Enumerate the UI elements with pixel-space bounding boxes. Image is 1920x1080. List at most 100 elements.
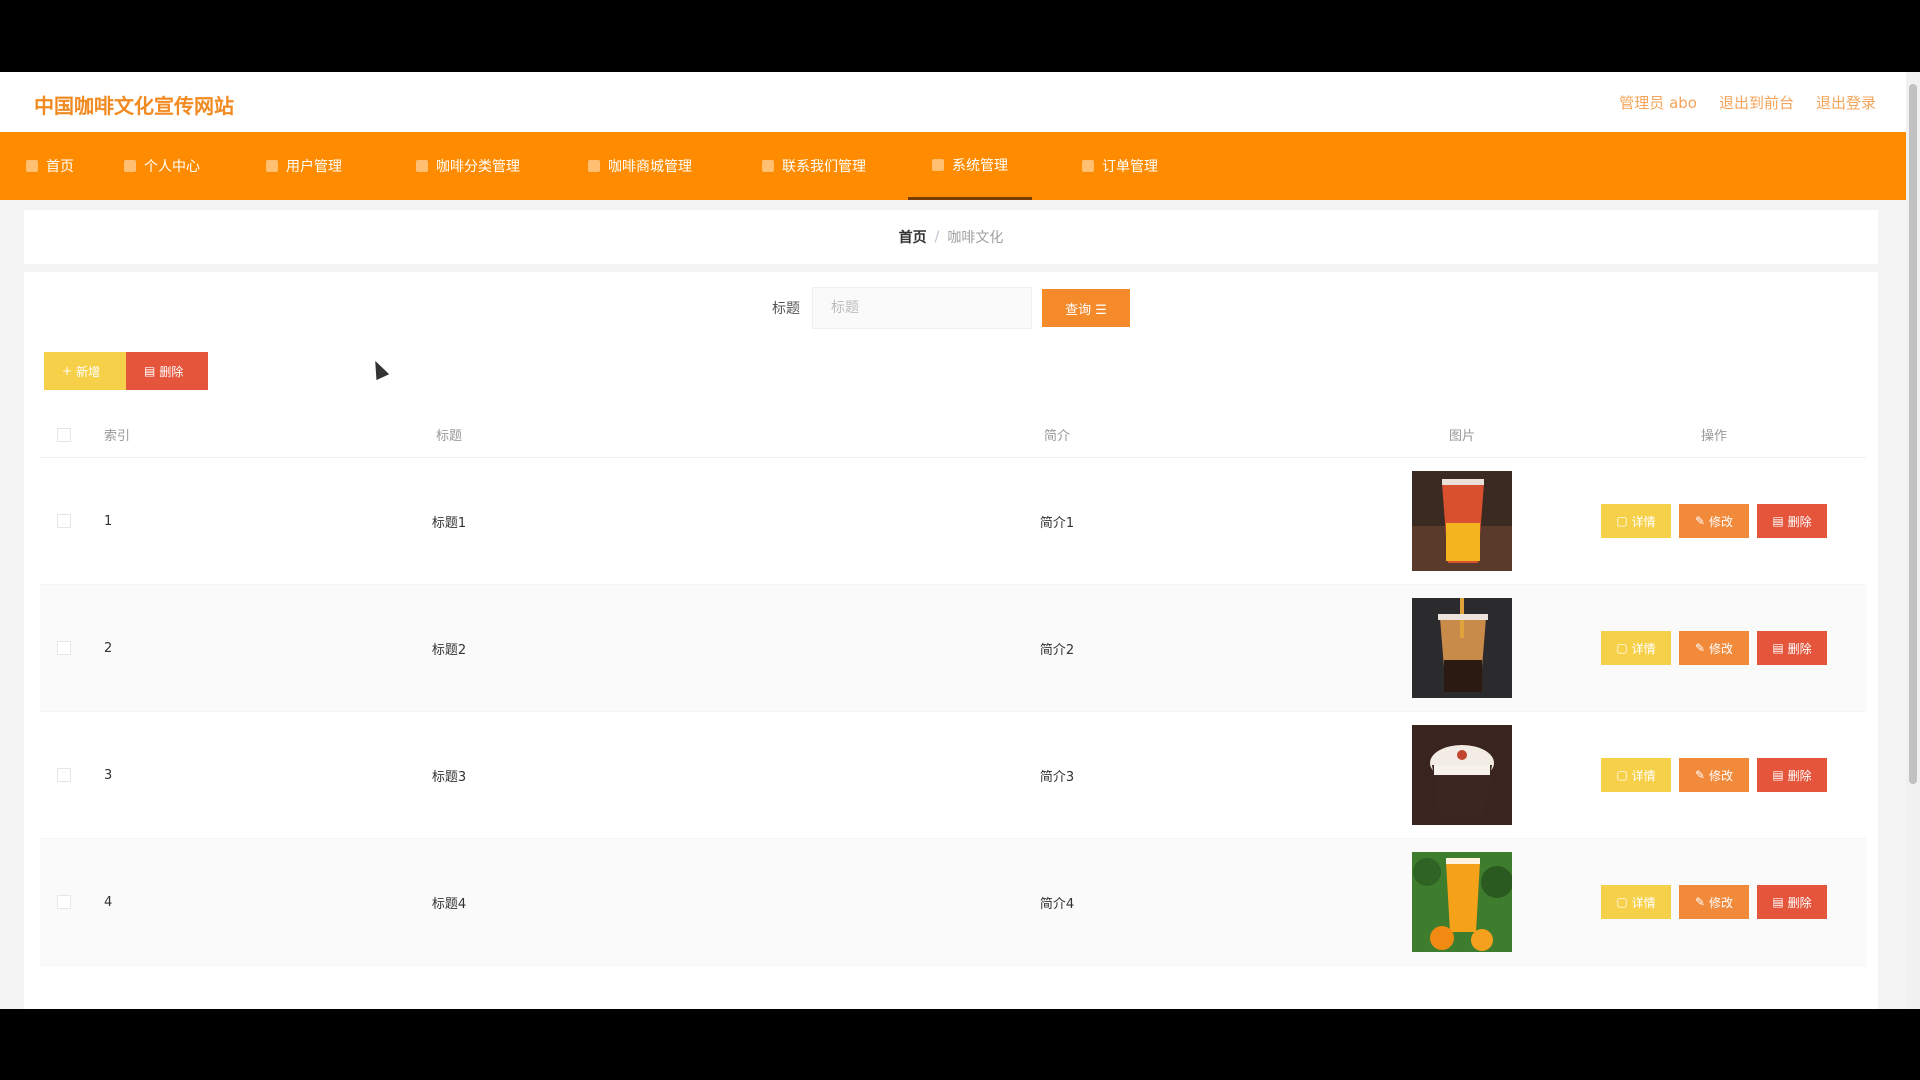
edit-icon: ✎ [1694, 768, 1706, 782]
remove-label: 删除 [1787, 514, 1812, 529]
trash-icon: ▤ [144, 364, 156, 378]
row-actions: ▢ 详情 ✎ 修改 ▤ 删除 [1562, 885, 1866, 919]
row-intro: 简介3 [1039, 769, 1075, 785]
table-row: 4 标题4 简介4 ▢ 详情 ✎ 修改 ▤ 删除 [40, 839, 1866, 966]
row-index: 4 [104, 894, 113, 910]
row-index: 1 [104, 513, 113, 529]
header-image: 图片 [1448, 429, 1475, 444]
delete-button-label: 删除 [159, 364, 184, 379]
action-buttons: + 新增 ▤ 删除 [44, 352, 208, 390]
trash-icon: ▤ [1772, 641, 1784, 655]
nav-item-coffee-shop[interactable]: 咖啡商城管理 [588, 132, 692, 200]
search-icon: ☰ [1095, 302, 1107, 318]
search-input[interactable] [812, 287, 1032, 329]
edit-button[interactable]: ✎ 修改 [1679, 885, 1749, 919]
header-title[interactable]: 标题 [146, 425, 752, 444]
drink-image-red-orange[interactable] [1412, 471, 1512, 571]
nav-item-label: 咖啡商城管理 [608, 159, 692, 175]
row-intro: 简介2 [1039, 642, 1075, 658]
row-checkbox[interactable] [57, 768, 71, 782]
edit-button[interactable]: ✎ 修改 [1679, 758, 1749, 792]
admin-user-link[interactable]: 管理员 abo [1619, 92, 1697, 113]
detail-label: 详情 [1631, 895, 1656, 910]
drink-image-orange[interactable] [1412, 852, 1512, 952]
nav-item-label: 咖啡分类管理 [436, 159, 520, 175]
table-row: 1 标题1 简介1 ▢ 详情 ✎ 修改 ▤ 删除 [40, 458, 1866, 585]
drink-image-boba[interactable] [1412, 598, 1512, 698]
breadcrumb-separator: / [934, 229, 940, 245]
batch-delete-button[interactable]: ▤ 删除 [126, 352, 208, 390]
top-links: 管理员 abo 退出到前台 退出登录 [1619, 92, 1876, 113]
scrollbar-thumb[interactable] [1909, 84, 1917, 784]
row-checkbox[interactable] [57, 641, 71, 655]
detail-button[interactable]: ▢ 详情 [1601, 758, 1671, 792]
row-select-cell [40, 641, 88, 655]
category-icon [416, 160, 428, 172]
breadcrumb-home[interactable]: 首页 [899, 227, 927, 247]
detail-button[interactable]: ▢ 详情 [1601, 504, 1671, 538]
edit-label: 修改 [1709, 514, 1734, 529]
detail-button[interactable]: ▢ 详情 [1601, 631, 1671, 665]
contact-icon [762, 160, 774, 172]
row-checkbox[interactable] [57, 895, 71, 909]
site-title: 中国咖啡文化宣传网站 [34, 94, 234, 118]
nav-item-label: 个人中心 [144, 159, 200, 175]
remove-button[interactable]: ▤ 删除 [1757, 758, 1827, 792]
breadcrumb-current: 咖啡文化 [947, 230, 1004, 246]
plus-icon: + [62, 364, 73, 378]
detail-label: 详情 [1631, 641, 1656, 656]
row-checkbox[interactable] [57, 514, 71, 528]
home-icon [26, 160, 38, 172]
edit-icon: ✎ [1694, 641, 1706, 655]
row-image-cell [1362, 598, 1562, 698]
row-title: 标题2 [431, 642, 467, 658]
detail-label: 详情 [1631, 514, 1656, 529]
back-to-front-link[interactable]: 退出到前台 [1719, 92, 1794, 113]
row-title: 标题3 [431, 769, 467, 785]
nav-item-label: 联系我们管理 [782, 159, 866, 175]
edit-label: 修改 [1709, 641, 1734, 656]
nav-item-coffee-category[interactable]: 咖啡分类管理 [416, 132, 520, 200]
select-all-checkbox[interactable] [57, 427, 71, 442]
nav-item-system[interactable]: 系统管理 [908, 132, 1032, 200]
page-scrollbar[interactable] [1906, 72, 1920, 1009]
nav-item-contact[interactable]: 联系我们管理 [762, 132, 866, 200]
detail-button[interactable]: ▢ 详情 [1601, 885, 1671, 919]
user-icon [124, 160, 136, 172]
top-bar: 中国咖啡文化宣传网站 管理员 abo 退出到前台 退出登录 [0, 72, 1906, 132]
nav-item-users[interactable]: 用户管理 [266, 132, 342, 200]
nav-item-home[interactable]: 首页 [26, 132, 74, 200]
table-body: 1 标题1 简介1 ▢ 详情 ✎ 修改 ▤ 删除 2 标题2 简介2 ▢ 详情 … [40, 458, 1866, 966]
trash-icon: ▤ [1772, 768, 1784, 782]
main-nav: 首页 个人中心 用户管理 咖啡分类管理 咖啡商城管理 联系我们管理 系统管理 订… [0, 132, 1906, 200]
edit-button[interactable]: ✎ 修改 [1679, 504, 1749, 538]
edit-button[interactable]: ✎ 修改 [1679, 631, 1749, 665]
header-intro[interactable]: 简介 [752, 425, 1362, 444]
row-intro: 简介1 [1039, 515, 1075, 531]
remove-button[interactable]: ▤ 删除 [1757, 504, 1827, 538]
remove-button[interactable]: ▤ 删除 [1757, 631, 1827, 665]
search-button[interactable]: 查询 ☰ [1042, 289, 1130, 327]
row-select-cell [40, 514, 88, 528]
drink-image-cream[interactable] [1412, 725, 1512, 825]
add-button[interactable]: + 新增 [44, 352, 126, 390]
shop-icon [588, 160, 600, 172]
nav-item-profile[interactable]: 个人中心 [124, 132, 200, 200]
header-actions: 操作 [1700, 429, 1727, 444]
app-screen: 中国咖啡文化宣传网站 管理员 abo 退出到前台 退出登录 首页 个人中心 用户… [0, 72, 1920, 1009]
remove-label: 删除 [1787, 895, 1812, 910]
logout-link[interactable]: 退出登录 [1816, 92, 1876, 113]
edit-icon: ✎ [1694, 514, 1706, 528]
data-table: 索引 标题 简介 图片 操作 1 标题1 简介1 ▢ 详情 ✎ 修改 ▤ 删除 … [40, 412, 1866, 966]
remove-button[interactable]: ▤ 删除 [1757, 885, 1827, 919]
add-button-label: 新增 [76, 364, 101, 379]
search-button-label: 查询 [1065, 302, 1092, 318]
search-label: 标题 [772, 301, 800, 317]
nav-item-orders[interactable]: 订单管理 [1082, 132, 1158, 200]
row-title: 标题4 [431, 896, 467, 912]
order-icon [1082, 160, 1094, 172]
detail-label: 详情 [1631, 768, 1656, 783]
row-select-cell [40, 768, 88, 782]
row-image-cell [1362, 471, 1562, 571]
users-icon [266, 160, 278, 172]
